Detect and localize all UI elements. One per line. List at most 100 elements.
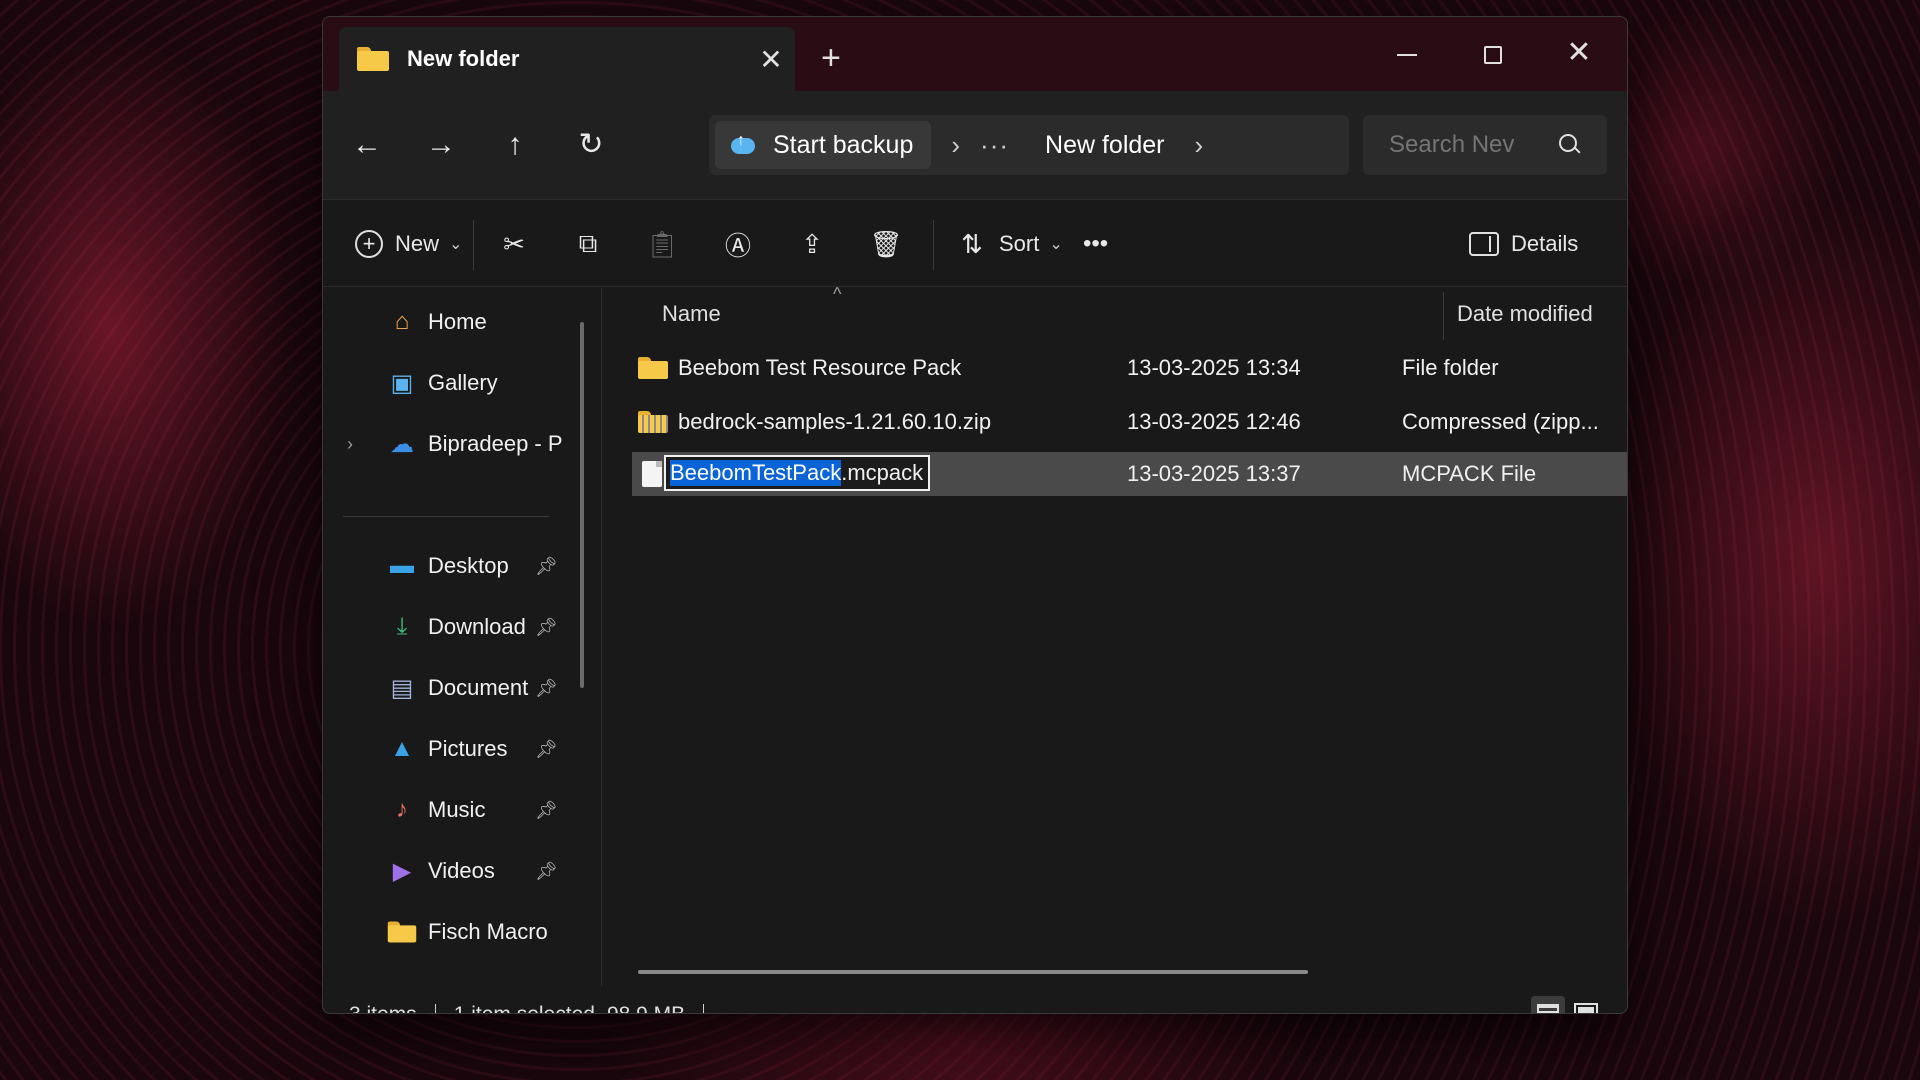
close-window-button[interactable]: ✕: [1549, 33, 1609, 73]
home-icon: ⌂: [394, 308, 410, 335]
cut-button[interactable]: ✂: [499, 222, 529, 266]
file-type: Compressed (zipp...: [1402, 409, 1599, 434]
sidebar-divider: [343, 516, 549, 517]
file-explorer-window: New folder ✕ + ✕ ← → ↑ ↻ Start backup › …: [322, 16, 1628, 1014]
chevron-down-icon: ⌄: [1049, 236, 1063, 253]
selection-size: 98.9 MB: [607, 1003, 685, 1013]
details-view-button[interactable]: [1531, 996, 1565, 1013]
chevron-right-icon[interactable]: ›: [951, 130, 960, 161]
breadcrumb-label: Start backup: [773, 130, 914, 159]
refresh-button[interactable]: ↻: [567, 125, 615, 165]
sidebar-item-label: Fisch Macro: [428, 919, 548, 944]
sidebar-item-label: Bipradeep - P: [428, 431, 563, 456]
close-tab-icon[interactable]: ✕: [747, 43, 795, 76]
pin-icon: 📌︎: [535, 677, 558, 698]
chevron-right-icon[interactable]: ›: [347, 434, 353, 455]
sidebar-item-documents[interactable]: ▤ Document 📌︎: [323, 663, 558, 713]
sidebar-item-downloads[interactable]: ⤓ Download 📌︎: [323, 602, 558, 652]
selection-count: 1 item selected: [454, 1003, 595, 1013]
share-button[interactable]: ⇪: [797, 222, 827, 266]
download-icon: ⤓: [396, 613, 408, 640]
minimize-button[interactable]: [1377, 33, 1437, 73]
zip-folder-icon: [638, 400, 668, 444]
title-bar: New folder ✕ + ✕: [323, 17, 1627, 91]
sidebar-scrollbar[interactable]: [580, 322, 584, 688]
breadcrumb-new-folder[interactable]: New folder: [1045, 131, 1165, 160]
file-type: MCPACK File: [1402, 461, 1537, 486]
document-icon: ▤: [390, 674, 414, 702]
more-icon: •••: [1083, 230, 1109, 257]
file-name: bedrock-samples-1.21.60.10.zip: [678, 409, 992, 434]
sidebar-item-label: Document: [428, 675, 529, 700]
sidebar-item-label: Home: [428, 309, 487, 334]
delete-button[interactable]: 🗑︎: [870, 222, 903, 266]
pin-icon: 📌︎: [535, 738, 558, 759]
desktop-icon: ▬: [390, 552, 414, 579]
toolbar-divider: [933, 220, 934, 270]
column-header-date[interactable]: Date modified: [1457, 288, 1593, 340]
sidebar-item-label: Pictures: [428, 736, 508, 761]
sort-ascending-icon: ^: [833, 284, 842, 304]
details-pane-icon: [1469, 232, 1499, 256]
rename-icon: Ⓐ: [724, 230, 751, 261]
new-tab-button[interactable]: +: [821, 41, 841, 75]
search-icon[interactable]: [1559, 134, 1581, 156]
rename-input[interactable]: BeebomTestPack .mcpack: [664, 455, 930, 491]
sidebar-item-onedrive[interactable]: › ☁ Bipradeep - P: [323, 419, 563, 469]
column-separator[interactable]: [1443, 292, 1444, 340]
navigation-pane: ⌂ Home ▣ Gallery › ☁ Bipradeep - P ▬ Des…: [323, 288, 601, 986]
paste-icon: 📋︎: [645, 228, 679, 259]
music-icon: ♪: [396, 796, 408, 823]
sidebar-item-fisch-macro[interactable]: Fisch Macro: [323, 907, 553, 957]
back-button[interactable]: ←: [343, 125, 391, 165]
pictures-icon: ▲: [390, 735, 414, 762]
file-row[interactable]: bedrock-samples-1.21.60.10.zip 13-03-202…: [632, 400, 1627, 444]
up-button[interactable]: ↑: [491, 125, 539, 165]
file-date: 13-03-2025 12:46: [1127, 409, 1301, 434]
search-input[interactable]: [1389, 131, 1549, 159]
search-box[interactable]: [1363, 115, 1607, 175]
file-row[interactable]: Beebom Test Resource Pack 13-03-2025 13:…: [632, 346, 1627, 390]
sidebar-item-music[interactable]: ♪ Music 📌︎: [323, 785, 558, 835]
tiles-view-icon: [1574, 1003, 1598, 1013]
onedrive-icon: ☁: [390, 430, 414, 458]
tiles-view-button[interactable]: [1569, 996, 1603, 1013]
status-separator: [434, 1004, 436, 1013]
horizontal-scrollbar[interactable]: [638, 970, 1308, 974]
sidebar-item-pictures[interactable]: ▲ Pictures 📌︎: [323, 724, 558, 774]
videos-icon: ▶: [392, 857, 412, 885]
file-row-selected[interactable]: BeebomTestPack .mcpack 13-03-2025 13:37 M…: [632, 452, 1627, 496]
breadcrumb-more-button[interactable]: ···: [980, 130, 1009, 161]
sidebar-item-desktop[interactable]: ▬ Desktop 📌︎: [323, 541, 558, 591]
breadcrumb-start-backup[interactable]: Start backup: [715, 121, 932, 169]
sort-button[interactable]: ⇅ Sort ⌄: [957, 222, 1063, 266]
sidebar-item-home[interactable]: ⌂ Home: [323, 297, 553, 347]
sidebar-item-videos[interactable]: ▶ Videos 📌︎: [323, 846, 558, 896]
column-header-name[interactable]: Name: [662, 288, 721, 340]
sidebar-item-gallery[interactable]: ▣ Gallery: [323, 358, 553, 408]
details-pane-button[interactable]: Details: [1469, 222, 1578, 266]
tab-title: New folder: [407, 46, 520, 71]
maximize-icon: [1484, 46, 1502, 65]
maximize-button[interactable]: [1463, 33, 1523, 73]
pin-icon: 📌︎: [535, 860, 558, 881]
paste-button[interactable]: 📋︎: [645, 222, 679, 266]
chevron-down-icon: ⌄: [449, 236, 463, 253]
pin-icon: 📌︎: [535, 799, 558, 820]
new-button[interactable]: + New ⌄: [355, 222, 462, 266]
chevron-right-icon[interactable]: ›: [1195, 130, 1204, 161]
rename-selected-text: BeebomTestPack: [670, 460, 842, 486]
navigation-bar: ← → ↑ ↻ Start backup › ··· New folder ›: [323, 91, 1627, 199]
copy-button[interactable]: ⧉: [573, 222, 603, 266]
cut-icon: ✂: [503, 228, 525, 259]
rename-button[interactable]: Ⓐ: [723, 222, 753, 266]
address-bar[interactable]: Start backup › ··· New folder ›: [709, 115, 1349, 175]
status-separator: [703, 1004, 705, 1013]
forward-button[interactable]: →: [417, 125, 465, 165]
folder-icon: [387, 917, 417, 947]
tab-new-folder[interactable]: New folder ✕: [339, 27, 795, 91]
folder-icon: [638, 346, 668, 390]
more-options-button[interactable]: •••: [1083, 222, 1108, 266]
item-count: 3 items: [349, 1003, 417, 1013]
file-date: 13-03-2025 13:34: [1127, 355, 1301, 380]
